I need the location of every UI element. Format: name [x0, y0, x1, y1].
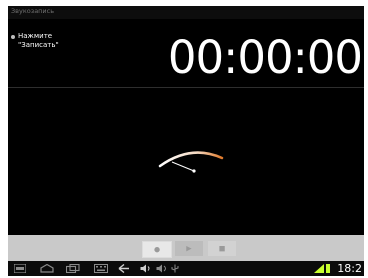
play-button[interactable]: ▶ — [175, 241, 203, 256]
system-nav-bar: 18:2 — [8, 261, 364, 276]
app-title: Звукозапись — [11, 7, 55, 15]
volume-down-icon[interactable] — [140, 264, 152, 273]
usb-icon — [171, 264, 179, 273]
back-icon[interactable] — [118, 264, 130, 273]
stop-button[interactable]: ■ — [208, 241, 236, 256]
level-meter-arc — [158, 151, 224, 168]
home-icon[interactable] — [40, 264, 54, 273]
hint-line-2: "Записать" — [18, 41, 59, 49]
level-meter-needle — [171, 161, 195, 172]
recent-apps-icon[interactable] — [66, 264, 80, 273]
divider — [8, 87, 364, 88]
bullet-icon — [11, 35, 15, 39]
volume-up-icon[interactable] — [156, 264, 168, 273]
hint-line-1: Нажмите — [18, 32, 53, 40]
battery-icon — [326, 264, 330, 273]
keyboard-icon[interactable] — [94, 264, 108, 273]
elapsed-timer: 00:00:00 — [167, 31, 363, 84]
record-button[interactable]: ● — [142, 241, 172, 258]
status-time: 18:2 — [337, 262, 362, 275]
record-hint: Нажмите "Записать" — [11, 32, 81, 50]
menu-icon[interactable] — [14, 264, 26, 273]
recorder-screen: Звукозапись Нажмите "Записать" 00:00:00 … — [8, 6, 364, 276]
title-bar: Звукозапись — [8, 6, 364, 19]
stop-icon: ■ — [218, 244, 226, 252]
control-bar: ● ▶ ■ — [8, 235, 364, 261]
signal-icon — [314, 264, 324, 273]
level-meter-icon — [158, 151, 224, 173]
level-meter-pivot — [192, 169, 196, 173]
play-icon: ▶ — [186, 244, 192, 252]
record-icon: ● — [153, 245, 161, 253]
